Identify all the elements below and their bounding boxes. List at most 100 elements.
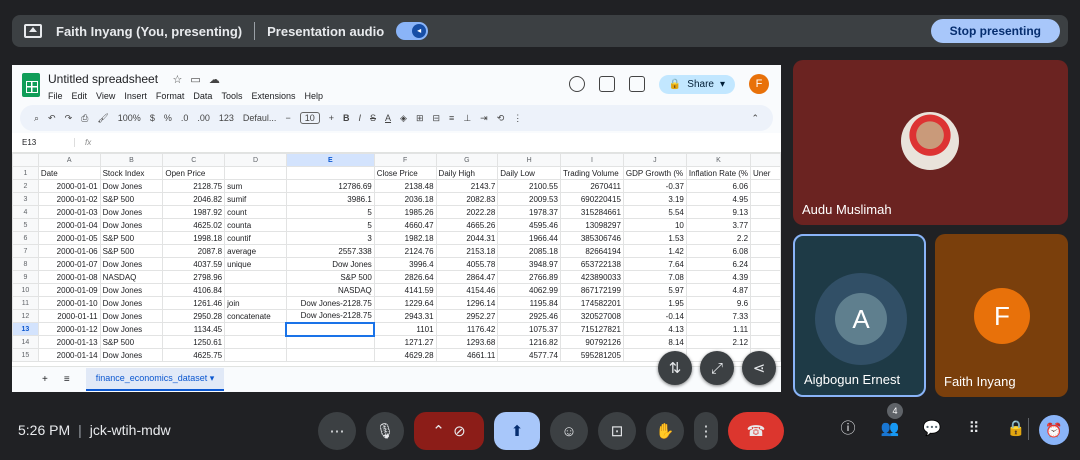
- cell[interactable]: 5: [285, 205, 375, 219]
- menu-edit[interactable]: Edit: [72, 91, 88, 101]
- row-header[interactable]: 11: [12, 296, 39, 310]
- cell[interactable]: S&P 500: [99, 231, 164, 245]
- font-size-decrease[interactable]: −: [285, 113, 290, 123]
- cell[interactable]: 2000-01-09: [37, 283, 101, 297]
- info-icon[interactable]: ⓘ: [836, 417, 860, 441]
- cell[interactable]: 2009.53: [497, 192, 561, 206]
- decrease-decimal-button[interactable]: .0: [181, 113, 189, 123]
- row-header[interactable]: 15: [12, 348, 39, 362]
- cell[interactable]: [750, 244, 781, 258]
- cell[interactable]: 2798.96: [162, 270, 226, 284]
- cell[interactable]: 320527008: [559, 309, 624, 323]
- percent-format-button[interactable]: %: [164, 113, 172, 123]
- cell[interactable]: 2000-01-12: [37, 322, 101, 336]
- cell[interactable]: Dow Jones: [99, 257, 164, 271]
- cell[interactable]: 4.87: [685, 283, 752, 297]
- cell[interactable]: Dow Jones-2128.75: [285, 296, 375, 310]
- comments-icon[interactable]: [598, 76, 615, 92]
- cell[interactable]: 653722138: [559, 257, 624, 271]
- cell[interactable]: 2952.27: [435, 309, 499, 323]
- cell[interactable]: join: [224, 296, 287, 310]
- cell[interactable]: 1.95: [622, 296, 687, 310]
- more-options-icon[interactable]: ⋯: [318, 412, 356, 450]
- activities-icon[interactable]: ⠿: [962, 417, 986, 441]
- cell[interactable]: 4625.75: [162, 348, 226, 362]
- cell[interactable]: 1998.18: [162, 231, 226, 245]
- raise-hand-icon[interactable]: ✋: [646, 412, 684, 450]
- cell[interactable]: 2100.55: [497, 179, 561, 193]
- column-header[interactable]: K: [685, 153, 752, 167]
- present-screen-button[interactable]: ⬆: [494, 412, 540, 450]
- cell[interactable]: 2000-01-03: [37, 205, 101, 219]
- cell[interactable]: 2000-01-06: [37, 244, 101, 258]
- cell[interactable]: [224, 335, 287, 349]
- people-icon[interactable]: 👥: [878, 417, 902, 441]
- cell[interactable]: [285, 166, 375, 180]
- cell[interactable]: 2000-01-14: [37, 348, 101, 362]
- cell[interactable]: average: [224, 244, 287, 258]
- cell[interactable]: 1250.61: [162, 335, 226, 349]
- cell[interactable]: 4660.47: [373, 218, 437, 232]
- cell[interactable]: 5.97: [622, 283, 687, 297]
- cell[interactable]: 690220415: [559, 192, 624, 206]
- cell[interactable]: 2766.89: [497, 270, 561, 284]
- cell[interactable]: 1.42: [622, 244, 687, 258]
- cell[interactable]: 1134.45: [162, 322, 226, 336]
- cell[interactable]: 1176.42: [435, 322, 499, 336]
- share-button[interactable]: 🔒 Share ▾: [658, 74, 735, 94]
- cell[interactable]: 6.24: [685, 257, 752, 271]
- cell[interactable]: Dow Jones-2128.75: [285, 309, 375, 323]
- cell[interactable]: 2557.338: [285, 244, 375, 258]
- cell[interactable]: 4.39: [685, 270, 752, 284]
- cell[interactable]: 2000-01-07: [37, 257, 101, 271]
- cell[interactable]: 4595.46: [497, 218, 561, 232]
- cell[interactable]: 1982.18: [373, 231, 437, 245]
- cell[interactable]: S&P 500: [99, 192, 164, 206]
- cell[interactable]: 6.08: [685, 244, 752, 258]
- cell[interactable]: [285, 321, 376, 337]
- cell[interactable]: 9.13: [685, 205, 752, 219]
- cell[interactable]: Date: [37, 166, 101, 180]
- cell[interactable]: 2000-01-13: [37, 335, 101, 349]
- emoji-icon[interactable]: ☺: [550, 412, 588, 450]
- cell[interactable]: 4154.46: [435, 283, 499, 297]
- column-header[interactable]: F: [373, 153, 437, 167]
- share-icon[interactable]: ⋖: [742, 351, 776, 385]
- cell[interactable]: 1101: [373, 322, 437, 336]
- column-header[interactable]: C: [162, 153, 226, 167]
- cell[interactable]: S&P 500: [285, 270, 375, 284]
- row-header[interactable]: 9: [12, 270, 39, 284]
- column-header[interactable]: H: [497, 153, 561, 167]
- cell[interactable]: 7.08: [622, 270, 687, 284]
- cell[interactable]: 8.14: [622, 335, 687, 349]
- cell[interactable]: 2670411: [559, 179, 624, 193]
- participant-tile-aigbogun[interactable]: A Aigbogun Ernest: [793, 234, 926, 397]
- bold-button[interactable]: B: [343, 113, 350, 123]
- cell[interactable]: 4661.11: [435, 348, 499, 362]
- italic-button[interactable]: I: [358, 113, 361, 123]
- cell[interactable]: 1271.27: [373, 335, 437, 349]
- cell[interactable]: 1229.64: [373, 296, 437, 310]
- column-header[interactable]: J: [622, 153, 687, 167]
- cell[interactable]: NASDAQ: [99, 270, 164, 284]
- menu-insert[interactable]: Insert: [124, 91, 147, 101]
- cell[interactable]: counta: [224, 218, 287, 232]
- cell[interactable]: 4037.59: [162, 257, 226, 271]
- cell[interactable]: sum: [224, 179, 287, 193]
- cell[interactable]: 4665.26: [435, 218, 499, 232]
- stop-presenting-button[interactable]: Stop presenting: [930, 19, 1060, 43]
- cell[interactable]: S&P 500: [99, 244, 164, 258]
- menu-data[interactable]: Data: [193, 91, 212, 101]
- paint-format-icon[interactable]: 🖌: [97, 113, 108, 124]
- expand-icon[interactable]: ⤢: [700, 351, 734, 385]
- cell[interactable]: Daily High: [435, 166, 499, 180]
- name-box[interactable]: E13: [22, 138, 74, 147]
- cell[interactable]: 2143.7: [435, 179, 499, 193]
- cell[interactable]: Dow Jones: [285, 257, 375, 271]
- cell[interactable]: [750, 218, 781, 232]
- cell[interactable]: Dow Jones: [99, 296, 164, 310]
- cell[interactable]: 315284661: [559, 205, 624, 219]
- menu-view[interactable]: View: [96, 91, 115, 101]
- move-icon[interactable]: ⇅: [658, 351, 692, 385]
- cell[interactable]: NASDAQ: [285, 283, 375, 297]
